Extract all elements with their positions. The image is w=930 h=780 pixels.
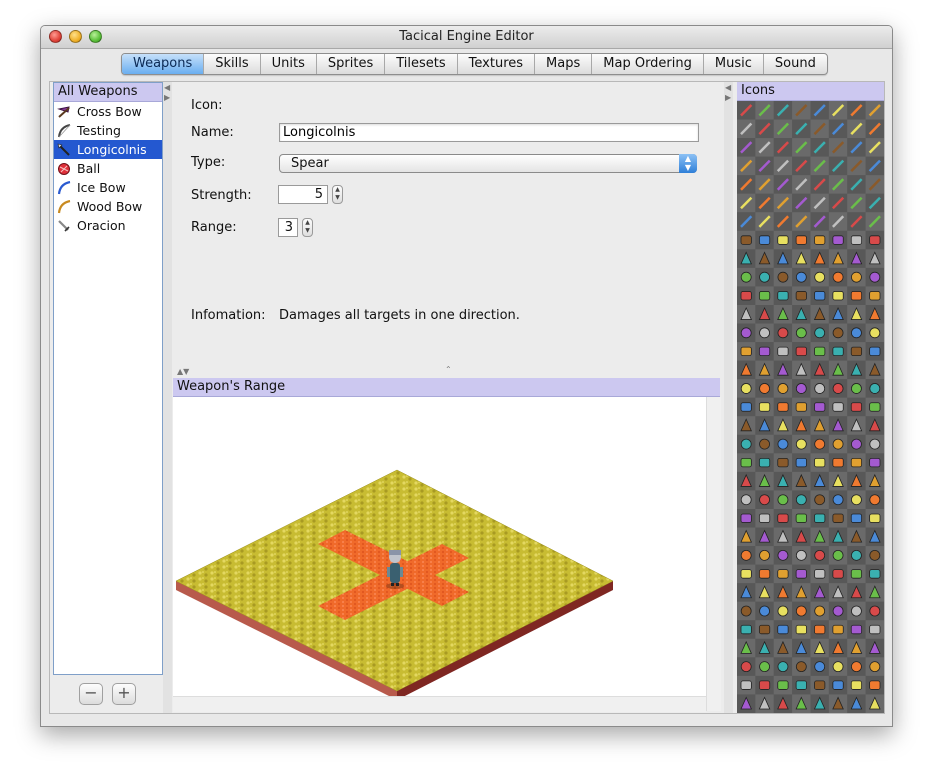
type-label: Type: [191, 155, 226, 170]
wood-bow-icon [57, 199, 71, 213]
type-select[interactable]: Spear ▲ ▼ [279, 154, 697, 173]
split-grip-icon[interactable]: ⌃ [445, 365, 452, 374]
weapon-form: Icon: Name: Type: Spear ▲▼ Strength: 5 ▲… [173, 82, 718, 376]
list-item[interactable]: Wood Bow [54, 197, 162, 216]
list-item[interactable]: Oracion [54, 216, 162, 235]
icon-label: Icon: [191, 98, 223, 113]
tab-textures[interactable]: Textures [458, 54, 536, 74]
left-split-divider[interactable]: ◀ ▶ [163, 82, 172, 713]
weapon-range-header: Weapon's Range [173, 378, 720, 397]
list-item-selected[interactable]: Longicolnis [54, 140, 162, 159]
tab-skills[interactable]: Skills [204, 54, 261, 74]
list-item[interactable]: Ice Bow [54, 178, 162, 197]
bow-icon [58, 123, 71, 137]
list-item[interactable]: Ball [54, 159, 162, 178]
info-text: Damages all targets in one direction. [279, 308, 520, 323]
weapons-list-panel: All Weapons Cross Bow Testing Longicolni… [53, 82, 163, 675]
isometric-map-preview [175, 469, 614, 700]
add-weapon-button[interactable]: + [112, 683, 136, 705]
list-item-label: Wood Bow [77, 199, 143, 214]
list-item-label: Ball [77, 161, 101, 176]
list-item[interactable]: Testing [54, 121, 162, 140]
weapons-list: Cross Bow Testing Longicolnis Ball Ice B… [54, 102, 162, 235]
title-bar: Tacical Engine Editor [41, 26, 892, 49]
list-item[interactable]: Cross Bow [54, 102, 162, 121]
sword-icon [58, 219, 70, 232]
icon-grid[interactable] [737, 101, 884, 713]
range-stepper[interactable]: ▲ ▼ [302, 218, 313, 237]
chevron-updown-icon: ▲ ▼ [679, 154, 697, 173]
split-collapse-icon[interactable]: ▲▼ [177, 367, 189, 376]
spear-icon [57, 143, 70, 156]
list-item-label: Testing [77, 123, 121, 138]
crossbow-icon [57, 105, 70, 118]
tab-bar: Weapons Skills Units Sprites Tilesets Te… [121, 53, 828, 75]
range-input[interactable]: 3 [278, 218, 298, 237]
tab-content: All Weapons Cross Bow Testing Longicolni… [49, 81, 885, 714]
type-select-value: Spear [291, 156, 329, 171]
list-item-label: Longicolnis [77, 142, 147, 157]
tab-weapons[interactable]: Weapons [122, 54, 205, 74]
strength-stepper[interactable]: ▲ ▼ [332, 185, 343, 204]
tab-sound[interactable]: Sound [764, 54, 827, 74]
range-label: Range: [191, 220, 237, 235]
name-label: Name: [191, 125, 234, 140]
ice-bow-icon [57, 180, 71, 194]
icons-header: Icons [737, 82, 884, 101]
range-horizontal-scrollbar[interactable] [173, 696, 706, 712]
icons-panel: Icons [737, 82, 884, 713]
ball-icon [58, 162, 70, 175]
tab-music[interactable]: Music [704, 54, 764, 74]
weapon-range-panel: Weapon's Range [173, 378, 721, 712]
tab-maps[interactable]: Maps [535, 54, 593, 74]
app-window: Tacical Engine Editor Weapons Skills Uni… [40, 25, 893, 727]
list-item-label: Ice Bow [77, 180, 126, 195]
range-vertical-scrollbar[interactable] [706, 397, 721, 711]
right-split-divider[interactable]: ◀ ▶ [724, 82, 733, 713]
tab-units[interactable]: Units [261, 54, 317, 74]
list-buttons: − + [50, 680, 168, 710]
info-label: Infomation: [191, 308, 266, 323]
strength-label: Strength: [191, 188, 252, 203]
tab-tilesets[interactable]: Tilesets [385, 54, 458, 74]
weapons-list-header: All Weapons [54, 83, 162, 102]
tab-map-ordering[interactable]: Map Ordering [592, 54, 704, 74]
window-title: Tacical Engine Editor [399, 29, 534, 44]
tab-sprites[interactable]: Sprites [317, 54, 386, 74]
list-item-label: Cross Bow [77, 104, 142, 119]
strength-input[interactable]: 5 [278, 185, 328, 204]
remove-weapon-button[interactable]: − [79, 683, 103, 705]
list-item-label: Oracion [77, 218, 126, 233]
name-input[interactable] [279, 123, 699, 142]
range-preview-canvas[interactable] [173, 397, 706, 700]
